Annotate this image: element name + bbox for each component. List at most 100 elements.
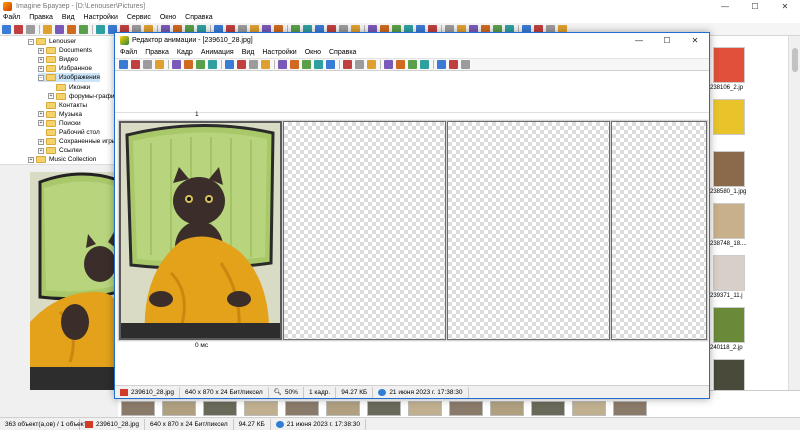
editor-tool-button[interactable] [184,60,193,69]
editor-tool-button[interactable] [155,60,164,69]
main-tool-button[interactable] [79,24,88,34]
tree-item[interactable]: + Избранное [38,64,92,73]
tree-item[interactable]: + Сохраненные игры [38,137,116,146]
editor-menu-item[interactable]: Справка [329,49,356,56]
editor-close-icon[interactable]: ✕ [681,33,709,47]
tree-item[interactable]: Иконки [48,83,90,92]
tree-item[interactable]: + Ссылки [38,146,82,155]
ed-status-frames: 1 кадр. [304,386,337,398]
tree-item[interactable]: + форумы-графика [48,92,117,101]
editor-tool-button[interactable] [461,60,470,69]
editor-tool-button[interactable] [278,60,287,69]
main-tool-button[interactable] [14,24,23,34]
editor-tool-button[interactable] [208,60,217,69]
frame-4[interactable] [610,120,708,341]
expand-toggle-icon[interactable]: + [38,65,44,72]
editor-menu-item[interactable]: Вид [242,49,255,56]
main-tool-button[interactable] [67,24,76,34]
thumbnail-item[interactable]: 240118_2.jp [707,304,800,356]
thumbnail-item[interactable]: 240118_15.j [707,356,800,390]
editor-tool-button[interactable] [314,60,323,69]
expand-toggle-icon[interactable]: + [28,156,34,163]
expand-toggle-icon[interactable]: − [38,74,44,81]
editor-tool-button[interactable] [143,60,152,69]
editor-menu-item[interactable]: Окно [305,49,321,56]
expand-toggle-icon[interactable]: + [48,93,54,100]
editor-tool-button[interactable] [196,60,205,69]
ed-status-zoom-cell: 🔍︎ 50% [269,386,304,398]
zoom-icon: 🔍︎ [273,389,282,396]
main-tool-button[interactable] [2,24,11,34]
main-tool-button[interactable] [55,24,64,34]
thumbnail-item[interactable]: 238748_18.... [707,200,800,252]
thumbnail-item[interactable]: 238106_2.jp [707,44,800,96]
editor-tool-button[interactable] [420,60,429,69]
tree-item[interactable]: − Lenouser [28,37,76,46]
editor-tool-button[interactable] [396,60,405,69]
editor-menu-item[interactable]: Настройки [262,49,296,56]
tree-item[interactable]: + Видео [38,55,78,64]
editor-menu-item[interactable]: Анимация [201,49,234,56]
vertical-scrollbar[interactable] [788,36,800,390]
expand-toggle-icon[interactable]: + [38,47,44,54]
editor-menu-item[interactable]: Файл [120,49,137,56]
thumbnail-item[interactable]: 239371_11.j [707,252,800,304]
main-menu-item[interactable]: Сервис [127,14,151,21]
expand-toggle-icon[interactable]: + [38,138,44,145]
editor-tool-button[interactable] [384,60,393,69]
main-menu-item[interactable]: Справка [185,14,212,21]
editor-menu-item[interactable]: Кадр [177,49,193,56]
editor-tool-button[interactable] [225,60,234,69]
editor-tool-button[interactable] [261,60,270,69]
editor-tool-button[interactable] [302,60,311,69]
expand-toggle-icon[interactable]: + [38,56,44,63]
editor-minimize-icon[interactable]: — [625,33,653,47]
editor-tool-button[interactable] [355,60,364,69]
maximize-icon[interactable]: ☐ [740,0,770,12]
expand-toggle-icon[interactable]: + [38,111,44,118]
thumbnail-item[interactable]: 238580_1.jpg [707,148,800,200]
editor-tool-button[interactable] [237,60,246,69]
editor-tool-button[interactable] [172,60,181,69]
tree-item-label: Сохраненные игры [59,138,117,146]
editor-tool-button[interactable] [119,60,128,69]
expand-toggle-icon[interactable]: + [38,147,44,154]
editor-tool-button[interactable] [326,60,335,69]
editor-tool-button[interactable] [249,60,258,69]
scrollbar-thumb[interactable] [792,48,798,72]
main-tool-button[interactable] [43,24,52,34]
main-menu-item[interactable]: Вид [62,14,75,21]
editor-tool-button[interactable] [290,60,299,69]
main-menu-item[interactable]: Файл [3,14,20,21]
editor-tool-button[interactable] [131,60,140,69]
frame-3[interactable] [446,120,611,341]
editor-tool-button[interactable] [367,60,376,69]
expand-toggle-icon[interactable]: − [28,38,34,45]
tree-item[interactable]: Контакты [38,101,87,110]
expand-toggle-icon[interactable]: + [38,120,44,127]
main-menu-item[interactable]: Окно [160,14,176,21]
editor-maximize-icon[interactable]: ☐ [653,33,681,47]
tree-item[interactable]: + Поиски [38,119,81,128]
editor-tool-button[interactable] [343,60,352,69]
main-tool-button[interactable] [26,24,35,34]
tree-item[interactable]: + Music Collection [28,155,96,164]
tree-item[interactable]: + Documents [38,46,92,55]
minimize-icon[interactable]: — [710,0,740,12]
main-tool-button[interactable] [96,24,105,34]
frame-1[interactable] [118,120,283,341]
thumbnail-image [572,401,606,416]
frame-2[interactable] [282,120,447,341]
close-icon[interactable]: ✕ [770,0,800,12]
editor-tool-button[interactable] [449,60,458,69]
tree-horizontal-scrollbar[interactable] [0,164,118,172]
editor-tool-button[interactable] [437,60,446,69]
main-menu-item[interactable]: Правка [29,14,53,21]
thumbnail-item[interactable] [707,96,800,148]
tree-item[interactable]: − Изображения [38,73,100,83]
tree-item[interactable]: + Музыка [38,110,82,119]
main-menu-item[interactable]: Настройки [84,14,118,21]
editor-tool-button[interactable] [408,60,417,69]
editor-menu-item[interactable]: Правка [145,49,169,56]
tree-item[interactable]: Рабочий стол [38,128,100,137]
